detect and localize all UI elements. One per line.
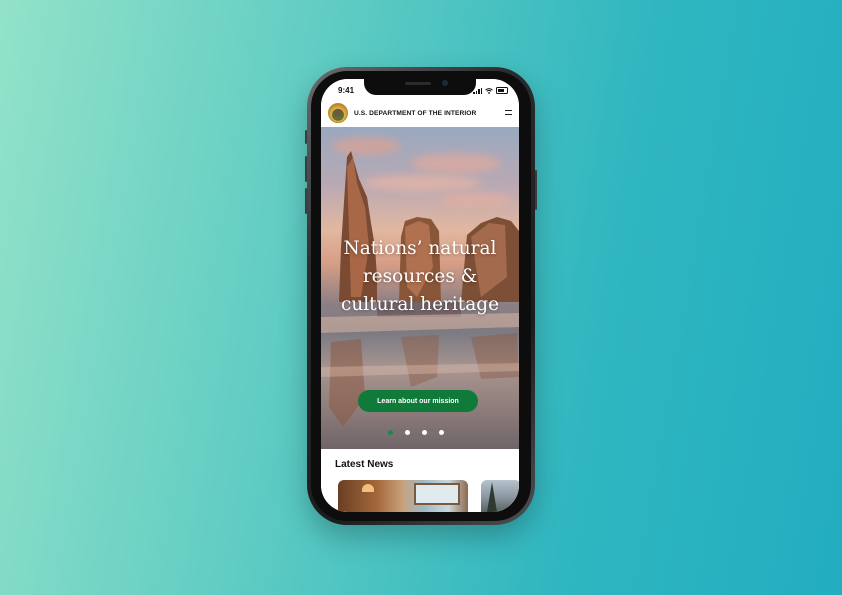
volume-down-button xyxy=(305,188,307,214)
agency-name[interactable]: U.S. DEPARTMENT OF THE INTERIOR xyxy=(354,110,476,117)
hero-headline-line: resources & xyxy=(362,266,478,287)
news-card-window xyxy=(414,483,460,505)
news-card[interactable] xyxy=(338,480,468,512)
notch xyxy=(364,79,476,95)
carousel-dot[interactable] xyxy=(405,430,410,435)
carousel-dot[interactable] xyxy=(422,430,427,435)
news-card-lamp xyxy=(362,484,374,492)
phone-screen: 9:41 U.S. DEPARTMENT OF THE INTERIOR Nat… xyxy=(321,79,519,512)
hero-headline-line: cultural heritage xyxy=(340,294,500,315)
hero-headline-line: Nations’ natural xyxy=(343,238,497,259)
front-camera xyxy=(442,80,448,86)
carousel-dot[interactable] xyxy=(388,430,393,435)
learn-mission-button[interactable]: Learn about our mission xyxy=(358,390,478,412)
volume-up-button xyxy=(305,156,307,182)
status-time: 9:41 xyxy=(338,86,355,95)
carousel-pagination xyxy=(388,430,444,435)
site-header: U.S. DEPARTMENT OF THE INTERIOR xyxy=(321,101,519,127)
status-icons xyxy=(473,87,508,94)
news-card[interactable] xyxy=(481,480,519,512)
earpiece-speaker xyxy=(405,82,431,85)
carousel-dot[interactable] xyxy=(439,430,444,435)
hero-carousel: Nations’ natural resources & cultural he… xyxy=(321,127,519,449)
power-button xyxy=(535,170,537,210)
hamburger-menu-icon[interactable] xyxy=(505,110,512,117)
interior-seal-icon[interactable] xyxy=(328,103,348,123)
news-card-tree xyxy=(487,482,497,512)
battery-icon xyxy=(496,87,508,94)
mute-switch xyxy=(305,130,307,144)
hero-headline: Nations’ natural resources & cultural he… xyxy=(321,235,519,319)
wifi-icon xyxy=(485,87,493,94)
latest-news-title: Latest News xyxy=(335,459,394,470)
latest-news-section: Latest News xyxy=(321,449,519,512)
